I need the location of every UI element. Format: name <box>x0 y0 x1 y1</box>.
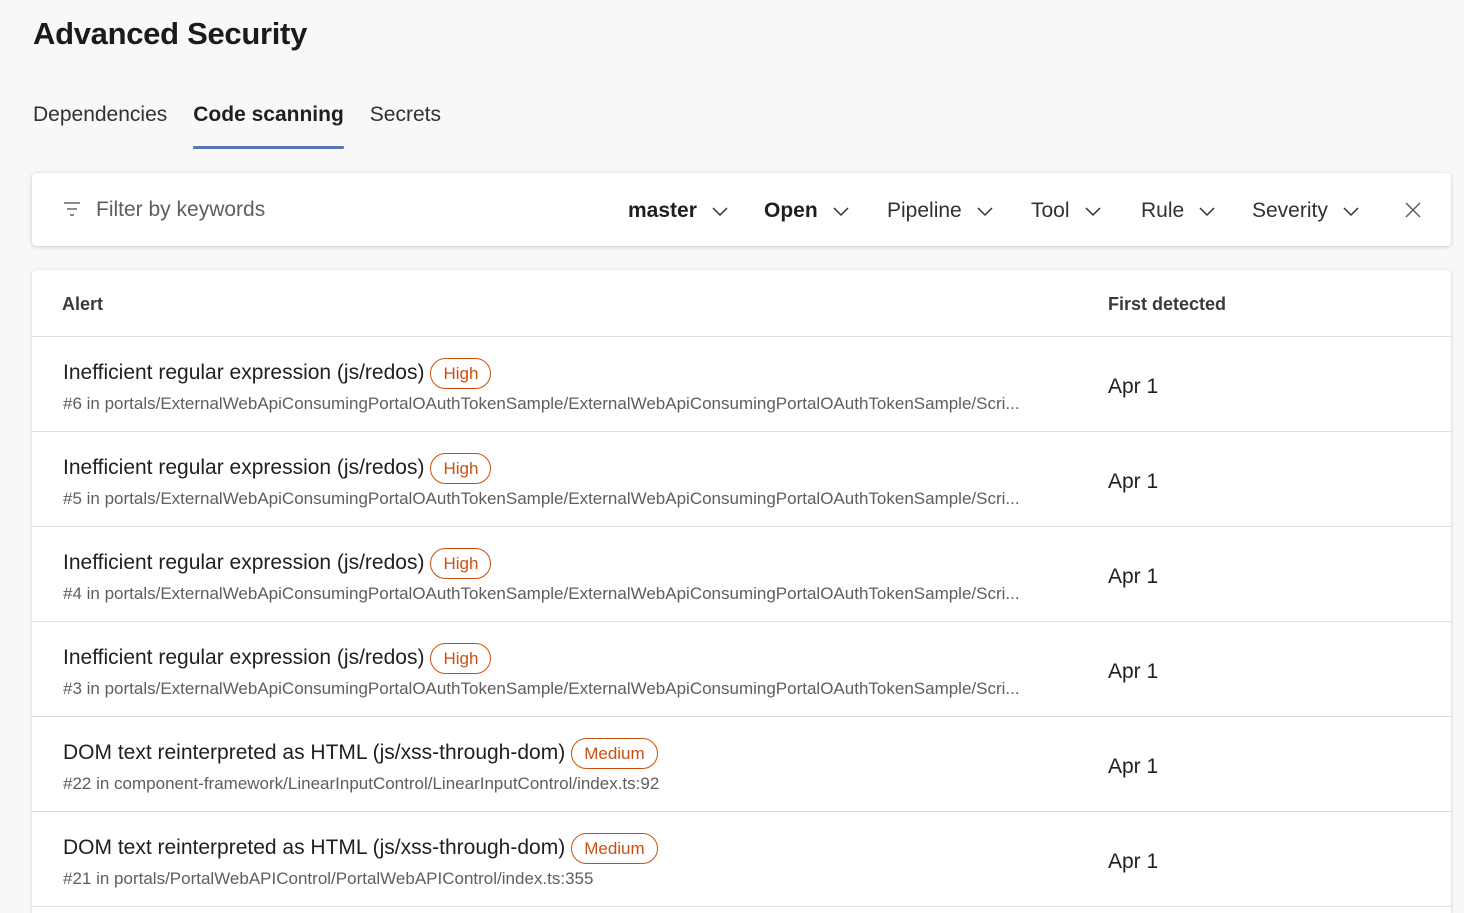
chevron-down-icon <box>712 207 728 217</box>
tool-dropdown[interactable]: Tool <box>1031 197 1102 225</box>
first-detected-date: Apr 1 <box>1108 375 1159 398</box>
chevron-down-icon <box>1343 207 1359 217</box>
first-detected-date: Apr 1 <box>1108 850 1159 873</box>
chevron-down-icon <box>1199 207 1215 217</box>
alert-title-line: Inefficient regular expression (js/redos… <box>63 452 492 484</box>
state-dropdown[interactable]: Open <box>764 197 850 225</box>
first-detected-date: Apr 1 <box>1108 660 1159 683</box>
alert-location: #4 in portals/ExternalWebApiConsumingPor… <box>63 584 1020 603</box>
close-icon[interactable] <box>1404 201 1422 219</box>
filter-keywords-input[interactable] <box>96 197 426 223</box>
alert-title[interactable]: DOM text reinterpreted as HTML (js/xss-t… <box>63 836 565 860</box>
alert-title[interactable]: Inefficient regular expression (js/redos… <box>63 646 424 670</box>
alert-location: #5 in portals/ExternalWebApiConsumingPor… <box>63 489 1020 508</box>
alert-location: #6 in portals/ExternalWebApiConsumingPor… <box>63 394 1020 413</box>
alert-location: #22 in component-framework/LinearInputCo… <box>63 774 660 793</box>
alerts-table: Alert First detected Inefficient regular… <box>32 270 1451 913</box>
alert-title[interactable]: Inefficient regular expression (js/redos… <box>63 456 424 480</box>
severity-dropdown[interactable]: Severity <box>1252 197 1360 225</box>
state-dropdown-label: Open <box>764 199 818 222</box>
alert-title-line: DOM text reinterpreted as HTML (js/xss-t… <box>63 832 658 864</box>
table-row[interactable]: DOM text reinterpreted as HTML (js/xss-t… <box>32 812 1451 907</box>
rule-dropdown-label: Rule <box>1141 199 1185 222</box>
filter-bar: master Open Pipeline Tool Rule Severity <box>32 173 1451 246</box>
table-header: Alert First detected <box>32 270 1451 337</box>
severity-badge: High <box>430 452 492 484</box>
table-row[interactable]: Inefficient regular expression (js/redos… <box>32 527 1451 622</box>
severity-badge: High <box>430 547 492 579</box>
severity-badge: Medium <box>571 737 658 769</box>
alert-title[interactable]: Inefficient regular expression (js/redos… <box>63 361 424 385</box>
page-title: Advanced Security <box>33 16 308 51</box>
alert-title-line: Inefficient regular expression (js/redos… <box>63 357 492 389</box>
alert-title-line: Inefficient regular expression (js/redos… <box>63 547 492 579</box>
pipeline-dropdown[interactable]: Pipeline <box>887 197 994 225</box>
table-row[interactable]: Inefficient regular expression (js/redos… <box>32 622 1451 717</box>
tool-dropdown-label: Tool <box>1031 199 1070 222</box>
pipeline-dropdown-label: Pipeline <box>887 199 962 222</box>
first-detected-date: Apr 1 <box>1108 565 1159 588</box>
first-detected-date: Apr 1 <box>1108 470 1159 493</box>
alert-title-line: DOM text reinterpreted as HTML (js/xss-t… <box>63 737 658 769</box>
advanced-security-page: Advanced Security Dependencies Code scan… <box>0 0 1464 913</box>
alert-location: #3 in portals/ExternalWebApiConsumingPor… <box>63 679 1020 698</box>
alert-title[interactable]: Inefficient regular expression (js/redos… <box>63 551 424 575</box>
chevron-down-icon <box>833 207 849 217</box>
table-row[interactable]: Inefficient regular expression (js/redos… <box>32 432 1451 527</box>
table-row[interactable]: Inefficient regular expression (js/redos… <box>32 337 1451 432</box>
column-header-alert[interactable]: Alert <box>62 294 103 315</box>
first-detected-date: Apr 1 <box>1108 755 1159 778</box>
filter-icon <box>64 202 80 216</box>
alert-title-line: Inefficient regular expression (js/redos… <box>63 642 492 674</box>
column-header-first-detected[interactable]: First detected <box>1108 294 1226 315</box>
alert-location: #21 in portals/PortalWebAPIControl/Porta… <box>63 869 594 888</box>
severity-dropdown-label: Severity <box>1252 199 1328 222</box>
severity-badge: High <box>430 642 492 674</box>
severity-badge: Medium <box>571 832 658 864</box>
table-row[interactable]: DOM text reinterpreted as HTML (js/xss-t… <box>32 717 1451 812</box>
tab-dependencies[interactable]: Dependencies <box>33 98 167 150</box>
severity-badge: High <box>430 357 492 389</box>
branch-dropdown-label: master <box>628 199 697 222</box>
chevron-down-icon <box>977 207 993 217</box>
tab-code-scanning[interactable]: Code scanning <box>193 98 344 150</box>
alert-title[interactable]: DOM text reinterpreted as HTML (js/xss-t… <box>63 741 565 765</box>
rule-dropdown[interactable]: Rule <box>1141 197 1216 225</box>
tab-bar: Dependencies Code scanning Secrets <box>33 98 467 150</box>
chevron-down-icon <box>1085 207 1101 217</box>
branch-dropdown[interactable]: master <box>628 197 729 225</box>
tab-secrets[interactable]: Secrets <box>370 98 441 150</box>
